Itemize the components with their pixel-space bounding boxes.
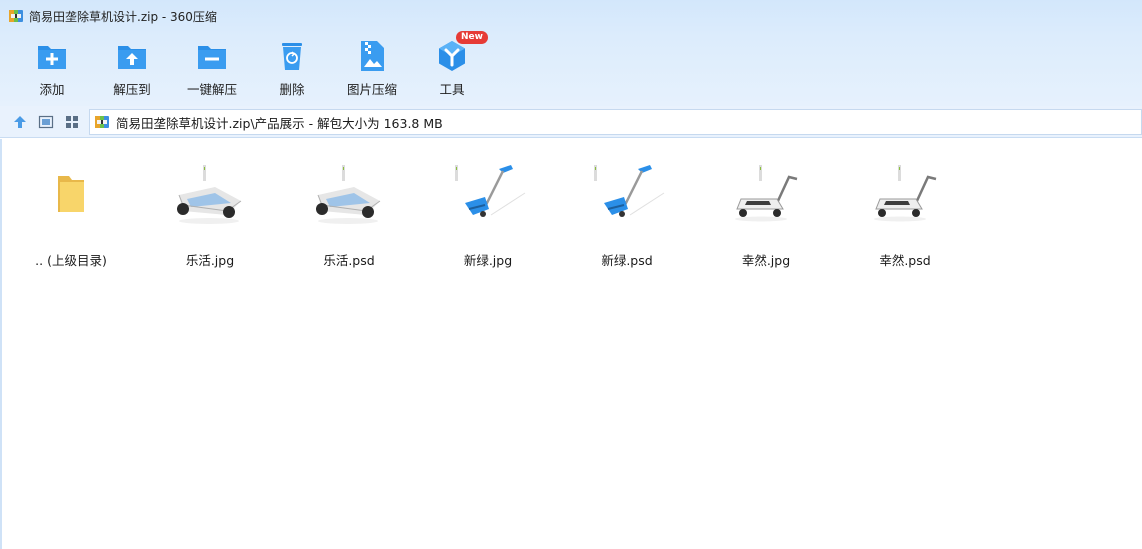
folder-icon: [58, 176, 84, 212]
file-item[interactable]: 幸然.jpg: [701, 157, 831, 269]
file-name: .. (上级目录): [35, 253, 107, 268]
image-thumbnail: [716, 157, 816, 231]
image-thumbnail: [160, 157, 260, 231]
window-title: 简易田垄除草机设计.zip - 360压缩: [29, 9, 217, 24]
path-field[interactable]: 简易田垄除草机设计.zip\产品展示 - 解包大小为 163.8 MB: [89, 109, 1142, 135]
file-item[interactable]: 新绿.jpg: [423, 157, 553, 269]
file-name: 幸然.jpg: [741, 253, 791, 268]
file-item[interactable]: 乐活.psd: [284, 157, 414, 269]
folder-thumbnail: [21, 157, 121, 231]
toolbar: 添加 解压到 一键解压 删除 图片压缩 New 工具: [12, 31, 492, 100]
file-name: 幸然.psd: [879, 253, 931, 268]
new-badge: New: [456, 31, 488, 44]
file-item-parent-folder[interactable]: .. (上级目录): [6, 157, 136, 269]
push-mower-image: [735, 165, 798, 222]
image-compress-label: 图片压缩: [346, 82, 397, 97]
triangle-robot-image: [177, 165, 242, 224]
path-text: 简易田垄除草机设计.zip\产品展示 - 解包大小为 163.8 MB: [116, 115, 443, 131]
file-name: 新绿.jpg: [463, 253, 513, 268]
file-name: 新绿.psd: [601, 253, 653, 268]
push-mower-image: [874, 165, 937, 222]
handle-trimmer-image: [594, 165, 665, 217]
extract-to-label: 解压到: [113, 82, 151, 97]
handle-trimmer-image: [455, 165, 526, 217]
image-thumbnail: [299, 157, 399, 231]
quick-extract-button[interactable]: 一键解压: [172, 38, 252, 100]
image-thumbnail: [855, 157, 955, 231]
extract-to-button[interactable]: 解压到: [92, 38, 172, 100]
file-name: 乐活.psd: [323, 253, 375, 268]
header-area: 简易田垄除草机设计.zip - 360压缩 添加 解压到 一键解压 删除 图片压…: [0, 0, 1142, 106]
image-thumbnail: [438, 157, 538, 231]
detail-view-icon[interactable]: [38, 114, 54, 130]
add-label: 添加: [39, 82, 65, 97]
quick-extract-label: 一键解压: [186, 82, 237, 97]
file-item[interactable]: 乐活.jpg: [145, 157, 275, 269]
archive-icon: [9, 10, 23, 22]
title-bar: 简易田垄除草机设计.zip - 360压缩: [0, 0, 1142, 32]
image-compress-button[interactable]: 图片压缩: [332, 38, 412, 100]
up-arrow-icon[interactable]: [12, 114, 28, 130]
tools-button[interactable]: New 工具: [412, 31, 492, 100]
image-compress-icon: [361, 41, 384, 71]
navigation-bar: 简易田垄除草机设计.zip\产品展示 - 解包大小为 163.8 MB: [0, 106, 1142, 138]
delete-label: 删除: [279, 82, 305, 97]
quick-extract-icon: [198, 46, 226, 69]
add-button[interactable]: 添加: [12, 38, 92, 100]
recycle-bin-icon: [282, 43, 302, 70]
tools-label: 工具: [439, 82, 465, 97]
triangle-robot-image: [316, 165, 381, 224]
extract-to-icon: [118, 46, 146, 69]
file-item[interactable]: 幸然.psd: [840, 157, 970, 269]
file-name: 乐活.jpg: [185, 253, 235, 268]
delete-button[interactable]: 删除: [252, 38, 332, 100]
add-folder-icon: [38, 46, 66, 69]
thumbnail-view-icon[interactable]: [64, 114, 80, 130]
file-item[interactable]: 新绿.psd: [562, 157, 692, 269]
archive-icon: [95, 116, 109, 128]
file-list: .. (上级目录) 乐活.jpg 乐活.psd 新绿.jpg 新绿.psd 幸然…: [0, 139, 1142, 549]
tools-cube-icon: [439, 41, 465, 71]
image-thumbnail: [577, 157, 677, 231]
